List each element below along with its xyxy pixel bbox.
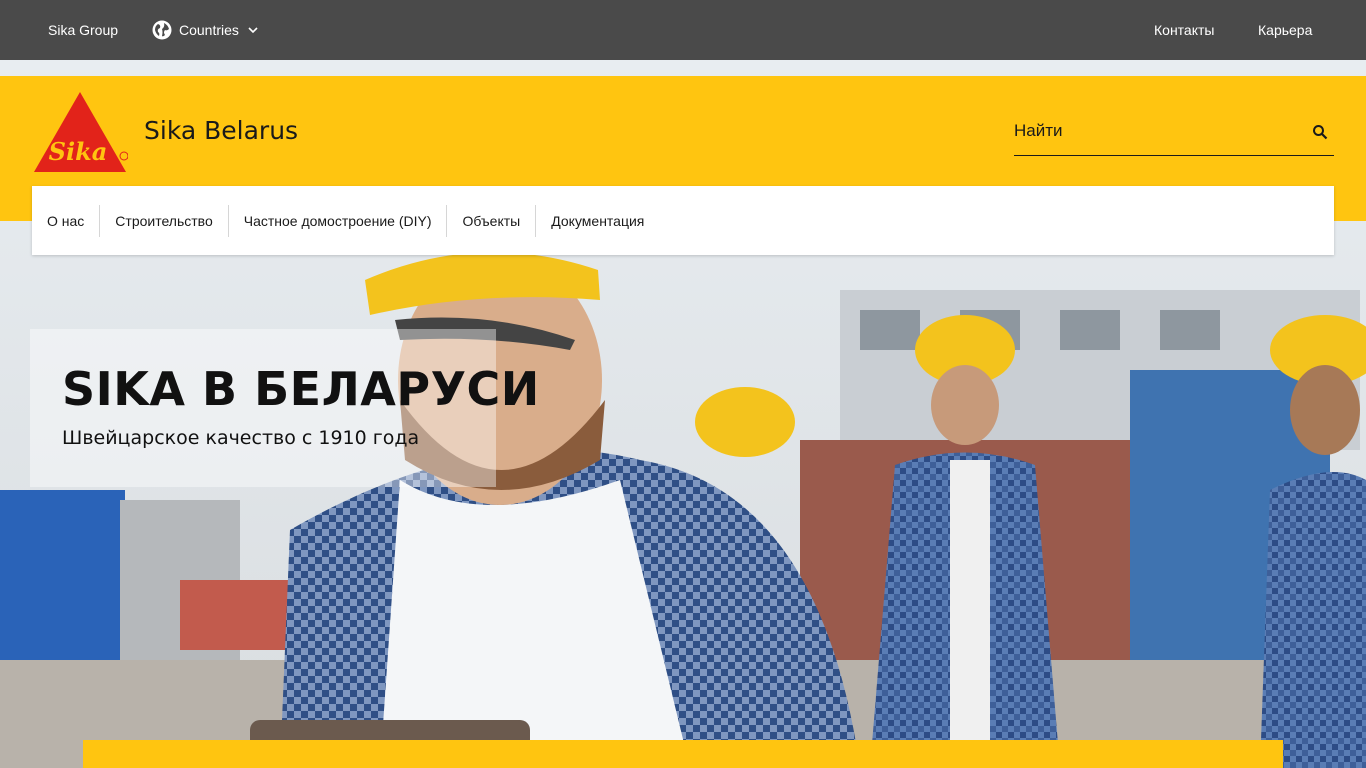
search-icon[interactable] (1312, 124, 1328, 140)
site-title[interactable]: Sika Belarus (144, 116, 298, 145)
career-link[interactable]: Карьера (1258, 0, 1312, 60)
nav-item-projects[interactable]: Объекты (447, 204, 537, 237)
countries-label: Countries (179, 22, 239, 38)
hero-title: SIKA В БЕЛАРУСИ (62, 362, 540, 416)
chevron-down-icon (248, 27, 258, 34)
nav-item-construction[interactable]: Строительство (100, 204, 229, 237)
contacts-link[interactable]: Контакты (1154, 0, 1214, 60)
logo-wordmark: Sika (49, 137, 108, 166)
sika-logo[interactable]: Sika (32, 90, 128, 174)
top-utility-bar: Sika Group Countries Контакты Карьера (0, 0, 1366, 60)
nav-item-diy[interactable]: Частное домостроение (DIY) (229, 204, 448, 237)
sika-group-link[interactable]: Sika Group (48, 0, 118, 60)
search-input[interactable] (1014, 118, 1284, 144)
nav-item-about[interactable]: О нас (32, 204, 101, 237)
countries-dropdown[interactable]: Countries (152, 0, 258, 60)
main-navigation: О нас Строительство Частное домостроение… (32, 186, 1334, 255)
nav-item-documentation[interactable]: Документация (536, 205, 659, 237)
hero-subtitle: Швейцарское качество с 1910 года (62, 427, 420, 449)
globe-icon (152, 20, 172, 40)
bottom-yellow-band (83, 740, 1283, 768)
search-box (1014, 108, 1334, 156)
